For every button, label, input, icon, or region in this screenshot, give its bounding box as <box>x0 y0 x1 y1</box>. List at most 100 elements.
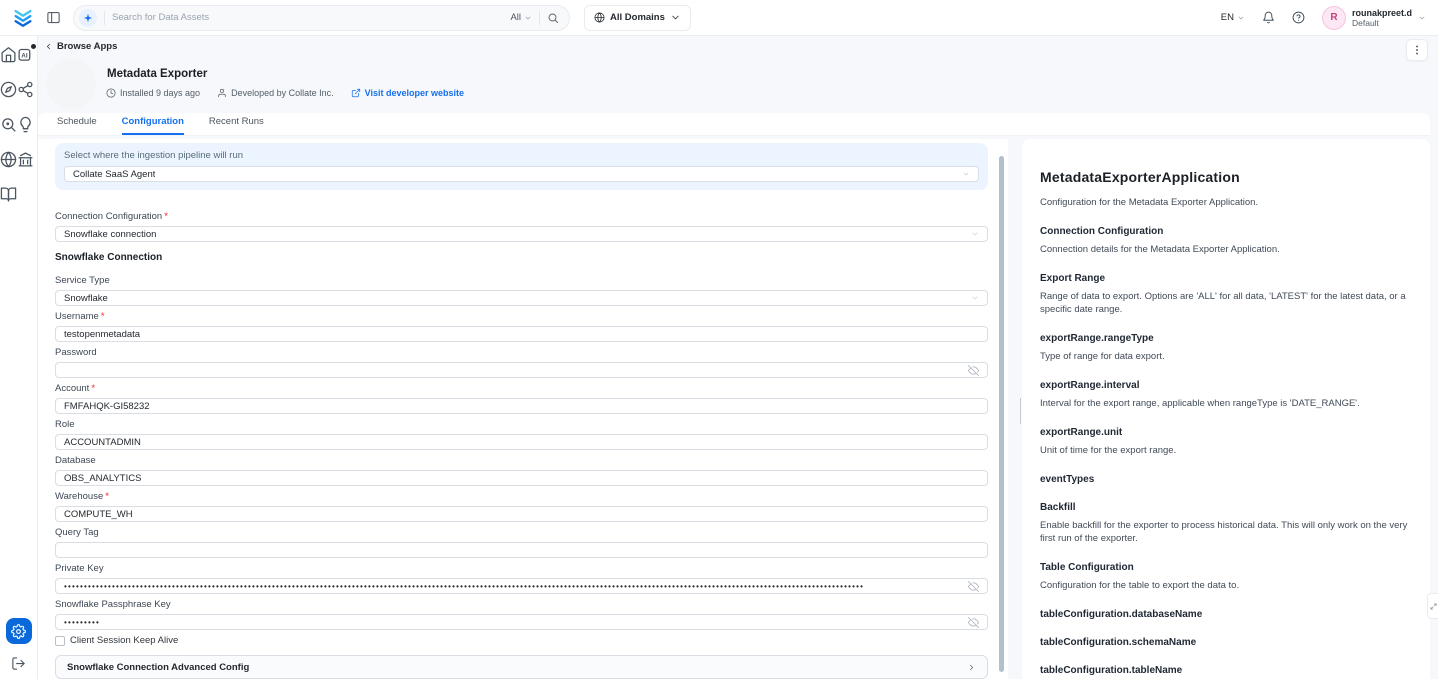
gear-icon <box>11 624 26 639</box>
chevron-down-icon <box>971 294 979 302</box>
field-value: ACCOUNTADMIN <box>64 437 141 448</box>
sidebar-item-lineage-icon[interactable] <box>17 81 34 98</box>
form-field-row: Service Type Snowflake <box>55 275 988 306</box>
form-field-row: Query Tag <box>55 527 988 558</box>
form-field-row: Password <box>55 347 988 378</box>
left-sidebar: AI <box>0 36 38 679</box>
divider <box>539 11 540 25</box>
form-scrollbar[interactable] <box>999 156 1004 672</box>
doc-section-heading: Backfill <box>1040 502 1410 513</box>
logout-icon[interactable] <box>11 656 26 671</box>
advanced-config-collapse[interactable]: Snowflake Connection Advanced Config <box>55 655 988 679</box>
user-menu[interactable]: R rounakpreet.d Default <box>1322 6 1426 30</box>
eye-off-icon[interactable] <box>968 365 979 376</box>
pipeline-runner-select[interactable]: Collate SaaS Agent <box>64 166 979 182</box>
notifications-bell-icon[interactable] <box>1262 11 1275 24</box>
panel-splitter[interactable] <box>1020 398 1021 424</box>
warehouse-input[interactable]: COMPUTE_WH <box>55 506 988 522</box>
connection-configuration-select[interactable]: Snowflake connection <box>55 226 988 242</box>
sidebar-item-insights-icon[interactable] <box>17 116 34 133</box>
panel-resize-handle[interactable] <box>1427 593 1438 619</box>
breadcrumb-back[interactable]: Browse Apps <box>44 41 117 52</box>
eye-off-icon[interactable] <box>968 617 979 628</box>
field-value: ••••••••••••••••••••••••••••••••••••••••… <box>64 582 864 591</box>
snowflake-passphrase-key-input[interactable]: ••••••••• <box>55 614 988 630</box>
tab-schedule[interactable]: Schedule <box>57 116 97 135</box>
field-value: COMPUTE_WH <box>64 509 133 520</box>
sidebar-item-explore-icon[interactable] <box>0 81 17 98</box>
user-team: Default <box>1352 18 1412 28</box>
field-label: Role <box>55 419 988 430</box>
ai-sparkle-icon[interactable] <box>79 9 97 27</box>
required-asterisk: * <box>91 383 95 394</box>
field-label: Query Tag <box>55 527 988 538</box>
sidebar-item-glossary-icon[interactable] <box>0 186 17 203</box>
tab-recent-runs[interactable]: Recent Runs <box>209 116 264 135</box>
database-input[interactable]: OBS_ANALYTICS <box>55 470 988 486</box>
sidebar-toggle-icon[interactable] <box>46 10 61 25</box>
doc-section-heading: tableConfiguration.schemaName <box>1040 637 1410 648</box>
required-asterisk: * <box>105 491 109 502</box>
top-navbar: Search for Data Assets All All Domains E… <box>0 0 1438 36</box>
checkbox-label: Client Session Keep Alive <box>70 635 178 646</box>
field-value: ••••••••• <box>64 618 100 627</box>
sidebar-item-govern-icon[interactable] <box>17 151 34 168</box>
clock-icon <box>106 88 116 98</box>
configuration-form: Select where the ingestion pipeline will… <box>38 139 1008 679</box>
more-options-button[interactable] <box>1406 39 1428 61</box>
required-asterisk: * <box>101 311 105 322</box>
doc-section-heading: Table Configuration <box>1040 562 1410 573</box>
form-field-row: DatabaseOBS_ANALYTICS <box>55 455 988 486</box>
doc-section-heading: exportRange.rangeType <box>1040 333 1410 344</box>
sidebar-item-domains-icon[interactable] <box>0 151 17 168</box>
service-type-select[interactable]: Snowflake <box>55 290 988 306</box>
help-icon[interactable] <box>1292 11 1305 24</box>
installed-info: Installed 9 days ago <box>106 88 200 98</box>
search-icon[interactable] <box>547 12 559 24</box>
client-session-keep-alive-checkbox[interactable] <box>55 636 65 646</box>
form-field-row: Account*FMFAHQK-GI58232 <box>55 383 988 414</box>
field-label: Connection Configuration* <box>55 211 988 222</box>
private-key-input[interactable]: ••••••••••••••••••••••••••••••••••••••••… <box>55 578 988 594</box>
chevron-down-icon <box>962 170 970 178</box>
field-value: Snowflake <box>64 293 108 304</box>
doc-section-heading: tableConfiguration.databaseName <box>1040 609 1410 620</box>
global-search-bar[interactable]: Search for Data Assets All <box>73 5 570 31</box>
field-label: Snowflake Passphrase Key <box>55 599 988 610</box>
query-tag-input[interactable] <box>55 542 988 558</box>
form-field-row: Connection Configuration* Snowflake conne… <box>55 211 988 242</box>
account-input[interactable]: FMFAHQK-GI58232 <box>55 398 988 414</box>
chevron-down-icon <box>524 14 532 22</box>
search-scope-select[interactable]: All <box>510 12 532 23</box>
doc-section-heading: tableConfiguration.tableName <box>1040 665 1410 676</box>
required-asterisk: * <box>164 211 168 222</box>
sidebar-item-ai-assistant-icon[interactable]: AI <box>17 46 34 63</box>
sidebar-item-home-icon[interactable] <box>0 46 17 63</box>
eye-off-icon[interactable] <box>968 581 979 592</box>
pipeline-runner-label: Select where the ingestion pipeline will… <box>64 150 979 161</box>
settings-button[interactable] <box>6 618 32 644</box>
page-title: Metadata Exporter <box>107 68 207 80</box>
globe-icon <box>594 12 605 23</box>
sidebar-item-observability-icon[interactable] <box>0 116 17 133</box>
form-field-row: Warehouse*COMPUTE_WH <box>55 491 988 522</box>
resize-icon <box>1430 603 1437 610</box>
role-input[interactable]: ACCOUNTADMIN <box>55 434 988 450</box>
search-input[interactable]: Search for Data Assets <box>112 12 503 23</box>
field-label: Service Type <box>55 275 988 286</box>
all-domains-button[interactable]: All Domains <box>584 5 691 31</box>
password-input[interactable] <box>55 362 988 378</box>
tab-configuration[interactable]: Configuration <box>122 116 184 135</box>
avatar: R <box>1322 6 1346 30</box>
doc-section-text: Configuration for the table to export th… <box>1040 579 1410 592</box>
doc-section-heading: eventTypes <box>1040 474 1410 485</box>
username-input[interactable]: testopenmetadata <box>55 326 988 342</box>
pipeline-runner-box: Select where the ingestion pipeline will… <box>55 143 988 190</box>
field-label: Username* <box>55 311 988 322</box>
developer-website-link[interactable]: Visit developer website <box>351 88 464 98</box>
language-select[interactable]: EN <box>1221 12 1245 23</box>
docs-title: MetadataExporterApplication <box>1040 169 1410 185</box>
doc-section-text: Range of data to export. Options are 'AL… <box>1040 290 1410 316</box>
field-value: testopenmetadata <box>64 329 140 340</box>
svg-text:AI: AI <box>21 52 28 59</box>
